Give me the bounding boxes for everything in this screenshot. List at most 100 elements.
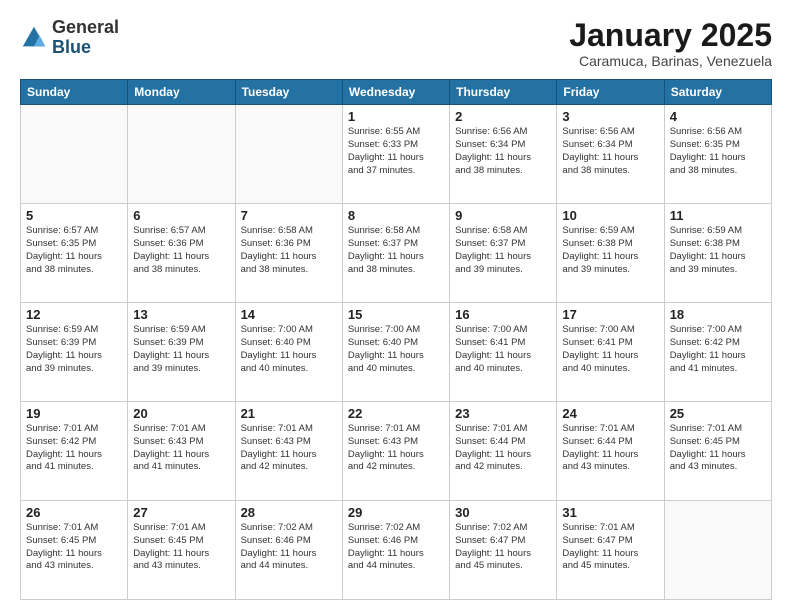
- calendar-week-row: 26Sunrise: 7:01 AM Sunset: 6:45 PM Dayli…: [21, 501, 772, 600]
- day-info: Sunrise: 6:59 AM Sunset: 6:38 PM Dayligh…: [670, 225, 766, 276]
- day-number: 9: [455, 208, 551, 223]
- day-number: 24: [562, 406, 658, 421]
- day-number: 13: [133, 307, 229, 322]
- calendar-cell: 5Sunrise: 6:57 AM Sunset: 6:35 PM Daylig…: [21, 204, 128, 303]
- day-info: Sunrise: 7:00 AM Sunset: 6:41 PM Dayligh…: [562, 324, 658, 375]
- calendar-week-row: 1 Sunrise: 6:55 AM Sunset: 6:33 PM Daylig…: [21, 105, 772, 204]
- day-number: 19: [26, 406, 122, 421]
- day-number: 27: [133, 505, 229, 520]
- weekday-header-friday: Friday: [557, 80, 664, 105]
- day-info: Sunrise: 6:59 AM Sunset: 6:38 PM Dayligh…: [562, 225, 658, 276]
- weekday-header-sunday: Sunday: [21, 80, 128, 105]
- calendar-cell: 21 Sunrise: 7:01 AM Sunset: 6:43 PM Dayli…: [235, 402, 342, 501]
- day-info: Sunrise: 7:00 AM Sunset: 6:42 PM Dayligh…: [670, 324, 766, 375]
- weekday-header-tuesday: Tuesday: [235, 80, 342, 105]
- day-info: Sunrise: 6:56 AM Sunset: 6:35 PM Dayligh…: [670, 126, 766, 177]
- calendar-cell: [664, 501, 771, 600]
- calendar-cell: 29 Sunrise: 7:02 AM Sunset: 6:46 PM Dayli…: [342, 501, 449, 600]
- page: General Blue January 2025 Caramuca, Bari…: [0, 0, 792, 612]
- day-info: Sunrise: 6:58 AM Sunset: 6:37 PM Dayligh…: [348, 225, 444, 276]
- day-info: Sunrise: 7:01 AM Sunset: 6:42 PM Dayligh…: [26, 423, 122, 474]
- logo: General Blue: [20, 18, 119, 58]
- calendar-cell: 30 Sunrise: 7:02 AM Sunset: 6:47 PM Dayli…: [450, 501, 557, 600]
- weekday-header-monday: Monday: [128, 80, 235, 105]
- calendar-cell: 22 Sunrise: 7:01 AM Sunset: 6:43 PM Dayli…: [342, 402, 449, 501]
- calendar-cell: 14Sunrise: 7:00 AM Sunset: 6:40 PM Dayli…: [235, 303, 342, 402]
- calendar-cell: 15 Sunrise: 7:00 AM Sunset: 6:40 PM Dayli…: [342, 303, 449, 402]
- day-number: 7: [241, 208, 337, 223]
- calendar-cell: 17 Sunrise: 7:00 AM Sunset: 6:41 PM Dayli…: [557, 303, 664, 402]
- calendar-cell: [21, 105, 128, 204]
- day-number: 30: [455, 505, 551, 520]
- day-info: Sunrise: 7:01 AM Sunset: 6:45 PM Dayligh…: [670, 423, 766, 474]
- day-number: 29: [348, 505, 444, 520]
- day-info: Sunrise: 7:01 AM Sunset: 6:47 PM Dayligh…: [562, 522, 658, 573]
- calendar-cell: 24 Sunrise: 7:01 AM Sunset: 6:44 PM Dayli…: [557, 402, 664, 501]
- calendar-cell: 9 Sunrise: 6:58 AM Sunset: 6:37 PM Daylig…: [450, 204, 557, 303]
- calendar-subtitle: Caramuca, Barinas, Venezuela: [569, 53, 772, 69]
- day-info: Sunrise: 7:01 AM Sunset: 6:45 PM Dayligh…: [133, 522, 229, 573]
- day-number: 17: [562, 307, 658, 322]
- calendar-cell: 13 Sunrise: 6:59 AM Sunset: 6:39 PM Dayli…: [128, 303, 235, 402]
- calendar-table: SundayMondayTuesdayWednesdayThursdayFrid…: [20, 79, 772, 600]
- day-info: Sunrise: 6:55 AM Sunset: 6:33 PM Dayligh…: [348, 126, 444, 177]
- logo-general: General: [52, 18, 119, 38]
- calendar-cell: 27 Sunrise: 7:01 AM Sunset: 6:45 PM Dayli…: [128, 501, 235, 600]
- weekday-header-saturday: Saturday: [664, 80, 771, 105]
- logo-icon: [20, 24, 48, 52]
- day-number: 4: [670, 109, 766, 124]
- day-info: Sunrise: 7:00 AM Sunset: 6:41 PM Dayligh…: [455, 324, 551, 375]
- day-info: Sunrise: 6:58 AM Sunset: 6:37 PM Dayligh…: [455, 225, 551, 276]
- day-number: 20: [133, 406, 229, 421]
- day-info: Sunrise: 6:57 AM Sunset: 6:35 PM Dayligh…: [26, 225, 122, 276]
- calendar-title: January 2025: [569, 18, 772, 53]
- calendar-cell: 18 Sunrise: 7:00 AM Sunset: 6:42 PM Dayli…: [664, 303, 771, 402]
- day-number: 18: [670, 307, 766, 322]
- calendar-cell: [128, 105, 235, 204]
- calendar-cell: 26Sunrise: 7:01 AM Sunset: 6:45 PM Dayli…: [21, 501, 128, 600]
- day-number: 14: [241, 307, 337, 322]
- title-block: January 2025 Caramuca, Barinas, Venezuel…: [569, 18, 772, 69]
- day-info: Sunrise: 7:01 AM Sunset: 6:45 PM Dayligh…: [26, 522, 122, 573]
- calendar-cell: 2Sunrise: 6:56 AM Sunset: 6:34 PM Daylig…: [450, 105, 557, 204]
- calendar-cell: 1 Sunrise: 6:55 AM Sunset: 6:33 PM Daylig…: [342, 105, 449, 204]
- day-number: 21: [241, 406, 337, 421]
- calendar-week-row: 5Sunrise: 6:57 AM Sunset: 6:35 PM Daylig…: [21, 204, 772, 303]
- logo-blue: Blue: [52, 38, 119, 58]
- header: General Blue January 2025 Caramuca, Bari…: [20, 18, 772, 69]
- day-info: Sunrise: 7:02 AM Sunset: 6:46 PM Dayligh…: [348, 522, 444, 573]
- day-info: Sunrise: 7:01 AM Sunset: 6:43 PM Dayligh…: [348, 423, 444, 474]
- day-number: 16: [455, 307, 551, 322]
- calendar-cell: 16 Sunrise: 7:00 AM Sunset: 6:41 PM Dayli…: [450, 303, 557, 402]
- day-info: Sunrise: 7:00 AM Sunset: 6:40 PM Dayligh…: [348, 324, 444, 375]
- day-number: 11: [670, 208, 766, 223]
- day-info: Sunrise: 7:02 AM Sunset: 6:46 PM Dayligh…: [241, 522, 337, 573]
- day-number: 3: [562, 109, 658, 124]
- day-info: Sunrise: 7:02 AM Sunset: 6:47 PM Dayligh…: [455, 522, 551, 573]
- calendar-cell: 28 Sunrise: 7:02 AM Sunset: 6:46 PM Dayli…: [235, 501, 342, 600]
- day-info: Sunrise: 6:59 AM Sunset: 6:39 PM Dayligh…: [133, 324, 229, 375]
- weekday-header-row: SundayMondayTuesdayWednesdayThursdayFrid…: [21, 80, 772, 105]
- calendar-cell: 4 Sunrise: 6:56 AM Sunset: 6:35 PM Daylig…: [664, 105, 771, 204]
- day-number: 31: [562, 505, 658, 520]
- calendar-cell: 23Sunrise: 7:01 AM Sunset: 6:44 PM Dayli…: [450, 402, 557, 501]
- calendar-week-row: 12Sunrise: 6:59 AM Sunset: 6:39 PM Dayli…: [21, 303, 772, 402]
- day-number: 22: [348, 406, 444, 421]
- day-info: Sunrise: 7:01 AM Sunset: 6:43 PM Dayligh…: [133, 423, 229, 474]
- weekday-header-thursday: Thursday: [450, 80, 557, 105]
- day-number: 1: [348, 109, 444, 124]
- day-info: Sunrise: 6:56 AM Sunset: 6:34 PM Dayligh…: [455, 126, 551, 177]
- day-info: Sunrise: 7:01 AM Sunset: 6:43 PM Dayligh…: [241, 423, 337, 474]
- day-number: 6: [133, 208, 229, 223]
- calendar-cell: 8Sunrise: 6:58 AM Sunset: 6:37 PM Daylig…: [342, 204, 449, 303]
- calendar-cell: 10Sunrise: 6:59 AM Sunset: 6:38 PM Dayli…: [557, 204, 664, 303]
- calendar-cell: 12Sunrise: 6:59 AM Sunset: 6:39 PM Dayli…: [21, 303, 128, 402]
- day-number: 15: [348, 307, 444, 322]
- day-info: Sunrise: 7:01 AM Sunset: 6:44 PM Dayligh…: [562, 423, 658, 474]
- calendar-cell: 31 Sunrise: 7:01 AM Sunset: 6:47 PM Dayli…: [557, 501, 664, 600]
- day-info: Sunrise: 6:59 AM Sunset: 6:39 PM Dayligh…: [26, 324, 122, 375]
- calendar-cell: 11 Sunrise: 6:59 AM Sunset: 6:38 PM Dayli…: [664, 204, 771, 303]
- calendar-cell: 19 Sunrise: 7:01 AM Sunset: 6:42 PM Dayli…: [21, 402, 128, 501]
- day-number: 28: [241, 505, 337, 520]
- day-info: Sunrise: 6:58 AM Sunset: 6:36 PM Dayligh…: [241, 225, 337, 276]
